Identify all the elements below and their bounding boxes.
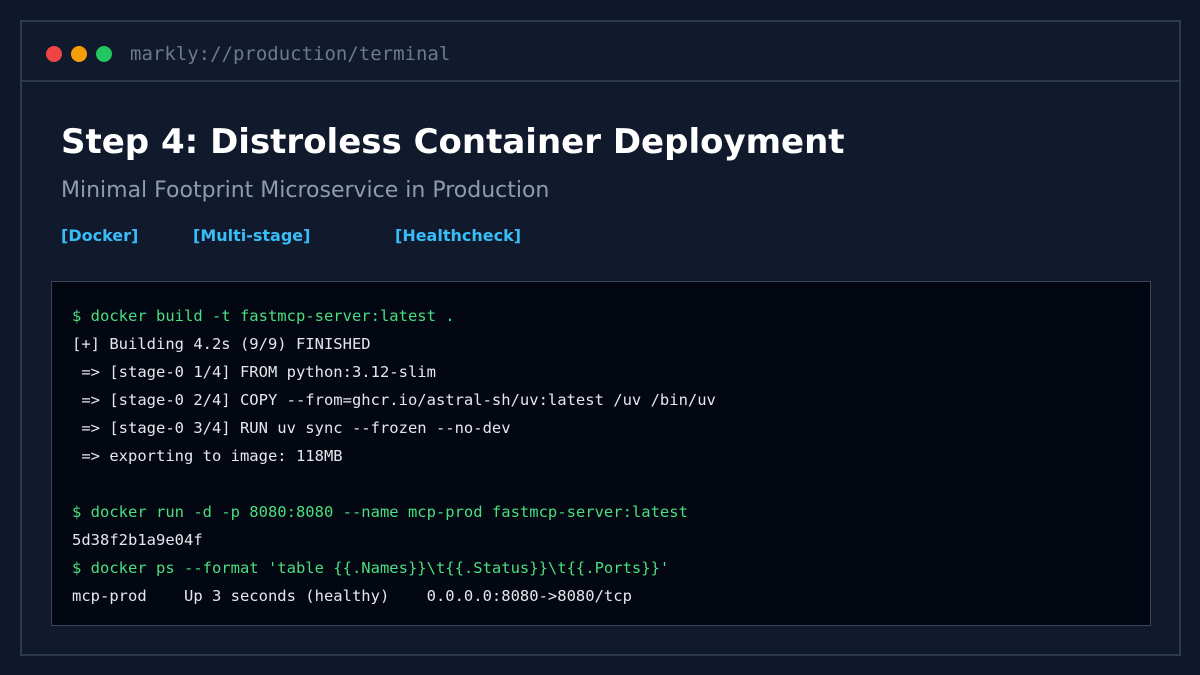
page-subtitle: Minimal Footprint Microservice in Produc… [61,178,550,203]
window-titlebar: markly://production/terminal [22,22,1179,82]
tag-multi-stage[interactable]: [Multi-stage] [193,226,310,246]
tag-healthcheck[interactable]: [Healthcheck] [395,226,521,246]
terminal-window: markly://production/terminal Step 4: Dis… [20,20,1181,656]
terminal-command-line: $ docker build -t fastmcp-server:latest … [72,307,455,325]
minimize-window-button[interactable] [71,46,87,62]
terminal-command-line: $ docker ps --format 'table {{.Names}}\t… [72,559,670,577]
terminal-output-line: => [stage-0 3/4] RUN uv sync --frozen --… [72,419,511,437]
terminal-output-line: mcp-prod Up 3 seconds (healthy) 0.0.0.0:… [72,587,632,605]
terminal-output-line: 5d38f2b1a9e04f [72,531,203,549]
terminal-output-line: => exporting to image: 118MB [72,447,343,465]
terminal-output-line: => [stage-0 2/4] COPY --from=ghcr.io/ast… [72,391,716,409]
terminal-output-line: => [stage-0 1/4] FROM python:3.12-slim [72,363,436,381]
terminal-output[interactable]: $ docker build -t fastmcp-server:latest … [51,281,1151,626]
maximize-window-button[interactable] [96,46,112,62]
terminal-output-line: [+] Building 4.2s (9/9) FINISHED [72,335,371,353]
close-window-button[interactable] [46,46,62,62]
tag-docker[interactable]: [Docker] [61,226,138,246]
terminal-command-line: $ docker run -d -p 8080:8080 --name mcp-… [72,503,688,521]
page-title: Step 4: Distroless Container Deployment [61,122,845,162]
window-url: markly://production/terminal [130,43,451,65]
